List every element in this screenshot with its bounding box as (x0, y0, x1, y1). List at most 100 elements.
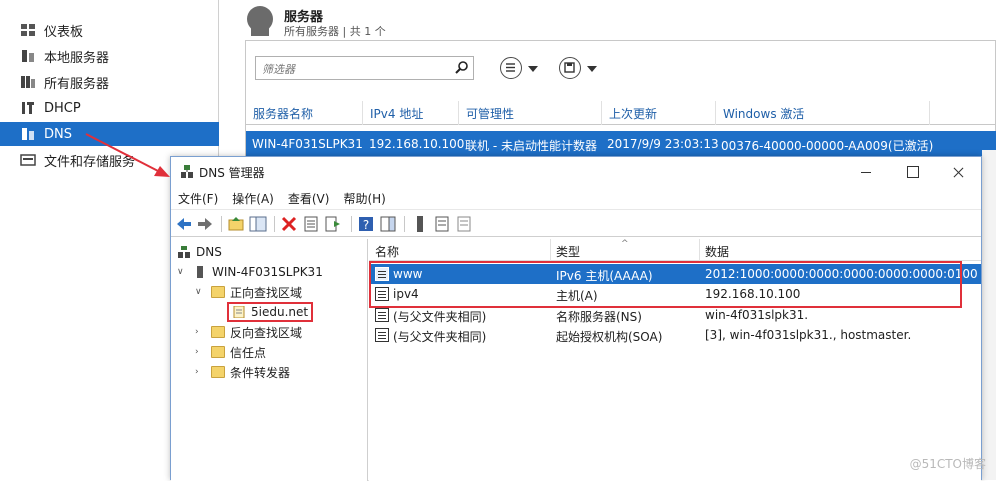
menu-view[interactable]: 查看(V) (288, 190, 330, 207)
list-item[interactable]: (与父文件夹相同) 起始授权机构(SOA) [3], win-4f031slpk… (369, 325, 981, 345)
sidebar-item-label: 仪表板 (44, 24, 84, 40)
filter-input[interactable]: 筛选器 (255, 56, 474, 80)
records-list: 名称 ^ 类型 数据 www IPv6 主机(AAAA) 2012:1000:0… (369, 239, 981, 481)
server-icon (20, 49, 36, 63)
menu-file[interactable]: 文件(F) (178, 190, 218, 207)
forward-icon[interactable] (196, 215, 214, 233)
folder-icon (211, 286, 225, 298)
chevron-down-icon[interactable] (587, 66, 597, 72)
activation-cell: 00376-40000-00000-AA009(已激活) (721, 139, 934, 153)
maximize-button[interactable] (889, 157, 935, 187)
tree-node-forward-zones[interactable]: ∨ 正向查找区域 (195, 282, 302, 302)
toolbar: ? (171, 209, 981, 237)
record-type: 名称服务器(NS) (556, 310, 642, 324)
sidebar-item-local-server[interactable]: 本地服务器 (0, 44, 219, 68)
back-icon[interactable] (175, 215, 193, 233)
tree-label: 条件转发器 (230, 365, 291, 380)
sidebar-item-dashboard[interactable]: 仪表板 (0, 18, 219, 42)
properties-icon[interactable] (302, 215, 320, 233)
column-manageability[interactable]: 可管理性 (466, 105, 514, 122)
dns-icon (20, 127, 36, 141)
save-query-button[interactable] (559, 57, 581, 79)
manageability-cell: 联机 - 未启动性能计数器 (465, 139, 597, 153)
record-data: win-4f031slpk31. (705, 308, 809, 322)
chevron-right-icon[interactable]: › (195, 347, 205, 357)
servers-globe-icon (247, 6, 273, 36)
servers-icon (20, 75, 36, 89)
column-name[interactable]: 名称 (375, 243, 399, 260)
list-item[interactable]: (与父文件夹相同) 名称服务器(NS) win-4f031slpk31. (369, 305, 981, 325)
sidebar-item-dns[interactable]: DNS (0, 122, 219, 146)
window-titlebar[interactable]: DNS 管理器 (171, 157, 981, 187)
tree-node-server[interactable]: ∨ WIN-4F031SLPK31 (177, 262, 323, 282)
sidebar-item-label: 文件和存储服务 (44, 154, 136, 170)
zone-file-icon (232, 305, 246, 319)
help-icon[interactable]: ? (357, 215, 375, 233)
column-data[interactable]: 数据 (705, 243, 729, 260)
sidebar-item-dhcp[interactable]: DHCP (0, 96, 219, 120)
page-subtitle: 所有服务器 | 共 1 个 (284, 25, 386, 38)
tree-label: 信任点 (230, 345, 267, 360)
tree-label: 反向查找区域 (230, 325, 303, 340)
tree-node-reverse-zones[interactable]: › 反向查找区域 (195, 322, 302, 342)
show-hide-tree-icon[interactable] (249, 215, 267, 233)
record-type: 起始授权机构(SOA) (556, 330, 663, 344)
sidebar-item-label: DNS (44, 126, 72, 142)
server-icon[interactable] (411, 215, 429, 233)
menu-help[interactable]: 帮助(H) (343, 190, 385, 207)
close-button[interactable] (935, 157, 981, 187)
search-icon[interactable] (455, 60, 469, 74)
window-title: DNS 管理器 (199, 166, 265, 180)
watermark: @51CTO博客 (909, 457, 986, 471)
column-type[interactable]: 类型 (556, 243, 580, 260)
tree-node-dns[interactable]: DNS (177, 242, 222, 262)
show-action-pane-icon[interactable] (379, 215, 397, 233)
chevron-right-icon[interactable]: › (195, 327, 205, 337)
scrollbar[interactable] (982, 150, 996, 480)
menu-action[interactable]: 操作(A) (232, 190, 274, 207)
tree-label: 正向查找区域 (230, 285, 303, 300)
ipv4-cell: 192.168.10.100 (369, 137, 465, 151)
minimize-button[interactable] (843, 157, 889, 187)
chevron-down-icon[interactable]: ∨ (195, 287, 205, 297)
storage-icon (20, 153, 36, 167)
dns-app-icon (180, 165, 194, 179)
menu-bar: 文件(F) 操作(A) 查看(V) 帮助(H) (171, 187, 981, 209)
servers-header: 服务器 所有服务器 | 共 1 个 (220, 0, 996, 40)
column-windows-activation[interactable]: Windows 激活 (723, 105, 804, 122)
chevron-right-icon[interactable]: › (195, 367, 205, 377)
servers-table-header: 服务器名称 IPv4 地址 可管理性 上次更新 Windows 激活 (246, 101, 996, 125)
tree-label: 5iedu.net (251, 305, 309, 319)
sidebar-item-label: 本地服务器 (44, 50, 110, 66)
tree-label: WIN-4F031SLPK31 (212, 265, 323, 279)
chevron-down-icon[interactable] (528, 66, 538, 72)
record-name: (与父文件夹相同) (393, 310, 487, 324)
tree-node-conditional-forwarders[interactable]: › 条件转发器 (195, 362, 290, 382)
chevron-down-icon[interactable]: ∨ (177, 267, 187, 277)
records-icon[interactable] (455, 215, 473, 233)
console-tree: DNS ∨ WIN-4F031SLPK31 ∨ 正向查找区域 5iedu.net… (171, 239, 368, 481)
dns-icon (177, 246, 191, 258)
column-ipv4[interactable]: IPv4 地址 (370, 105, 423, 122)
column-last-update[interactable]: 上次更新 (609, 105, 657, 122)
dhcp-icon (20, 101, 36, 115)
sidebar-item-label: DHCP (44, 100, 81, 116)
list-view-icon[interactable] (433, 215, 451, 233)
up-folder-icon[interactable] (227, 215, 245, 233)
table-row[interactable]: WIN-4F031SLPK31 192.168.10.100 联机 - 未启动性… (246, 131, 996, 158)
sidebar-item-all-servers[interactable]: 所有服务器 (0, 70, 219, 94)
tree-label: DNS (196, 245, 222, 259)
delete-icon[interactable] (280, 215, 298, 233)
dns-manager-window: DNS 管理器 文件(F) 操作(A) 查看(V) 帮助(H) ? DNS ∨ … (170, 156, 982, 481)
export-list-icon[interactable] (324, 215, 342, 233)
list-options-button[interactable] (500, 57, 522, 79)
record-data: [3], win-4f031slpk31., hostmaster. (705, 328, 912, 342)
tree-node-zone[interactable]: 5iedu.net (227, 302, 314, 322)
column-server-name[interactable]: 服务器名称 (253, 105, 313, 122)
folder-icon (211, 366, 225, 378)
record-name: (与父文件夹相同) (393, 330, 487, 344)
folder-icon (211, 346, 225, 358)
dashboard-icon (20, 23, 36, 37)
tree-node-trust-points[interactable]: › 信任点 (195, 342, 266, 362)
records-list-header: 名称 ^ 类型 数据 (369, 239, 981, 261)
